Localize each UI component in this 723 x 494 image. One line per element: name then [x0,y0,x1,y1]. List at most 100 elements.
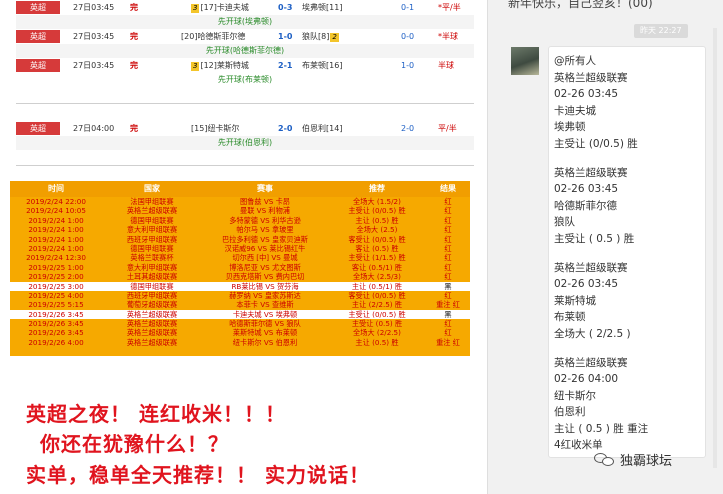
row-pick: 主让 (0.5/1) 胜 [351,281,403,291]
row-date: 2019/2/26 3:45 [28,309,84,319]
kickoff-info: 先开球(埃弗顿) [16,15,474,29]
away-team[interactable]: 埃弗顿[11] [302,2,342,13]
handicap: *半球 [438,32,458,41]
message-line: 狼队 [554,216,575,229]
home-rank: 15 [194,124,205,133]
home-name: 莱斯特城 [216,61,249,70]
row-match: 本菲卡 VS 查维斯 [236,300,294,310]
row-match: 卡迪夫城 VS 埃弗顿 [232,309,298,319]
home-rank: 12 [203,61,214,70]
table-row: 2019/2/26 4:00 英格兰超级联赛 纽卡斯尔 VS 伯恩利 主让 (0.5)… [10,338,470,347]
recommendation-table: 时间 国家 赛事 推荐 结果 2019/2/24 22:00 法国甲组联赛 图鲁兹 … [10,181,470,356]
header-country: 国家 [144,184,160,193]
table-row: 2019/2/25 4:00 西班牙甲组联赛 赫罗纳 VS 皇家苏斯达 客受让 (0/… [10,291,470,300]
message-line: 02-26 03:45 [554,278,619,291]
chat-scrollbar[interactable] [713,28,717,468]
table-header: 时间 国家 赛事 推荐 结果 [10,181,470,197]
row-match: 纽卡斯尔 VS 伯恩利 [232,337,298,347]
table-row: 2019/2/25 5:15 葡萄牙超级联赛 本菲卡 VS 查维斯 主让 (2/2.5… [10,300,470,309]
home-team[interactable]: 3 [17]卡迪夫城 [191,2,249,13]
score-row[interactable]: 英超 27日03:45 完 [20]哈德斯菲尔德 1-0 狼队[8] 2 0-0 … [16,29,474,44]
promo-tagline: 实单，稳单全天推荐！！ 实力说话！ [26,463,370,487]
table-row: 2019/2/24 1:00 西班牙甲组联赛 巴拉多利德 VS 皇家贝迪斯 客受让 (… [10,235,470,244]
league-badge: 英超 [16,30,60,43]
table-row: 2019/2/24 1:00 德国甲组联赛 汉诺威96 VS 莱比锡红牛 客让 (0.… [10,244,470,253]
home-rank: 17 [203,3,214,12]
home-team[interactable]: 3 [12]莱斯特城 [191,60,249,71]
score-row[interactable]: 英超 27日03:45 完 3 [17]卡迪夫城 0-3 埃弗顿[11] 0-1 … [16,0,474,15]
home-team[interactable]: [20]哈德斯菲尔德 [181,31,245,42]
row-result: 红 [444,234,452,244]
row-result: 黑 [444,309,452,319]
away-team[interactable]: 狼队[8] 2 [302,31,339,42]
row-pick: 全场大 (2.5/3) [353,272,401,282]
row-date: 2019/2/24 1:00 [28,225,84,235]
half-score: 0-0 [401,32,415,41]
message-line: 英格兰超级联赛 [554,71,628,84]
row-match: 汉诺威96 VS 莱比锡红牛 [224,243,306,253]
message-line: @所有人 [554,55,596,67]
row-match: 曼联 VS 利物浦 [240,206,290,216]
away-team[interactable]: 布莱顿[16] [302,60,342,71]
row-date: 2019/2/24 22:00 [26,197,86,206]
row-pick: 全场大 (1.5/2) [353,197,401,206]
away-team[interactable]: 伯恩利[14] [302,123,342,134]
message-bubble[interactable]: @所有人 英格兰超级联赛 02-26 03:45 卡迪夫城 埃弗顿 主受让 (0/0.5)… [548,46,706,458]
match-time: 27日03:45 [73,61,115,70]
row-country: 英格兰超级联赛 [126,328,178,338]
kickoff-info: 先开球(伯恩利) [16,136,474,150]
score-row[interactable]: 英超 27日03:45 完 3 [12]莱斯特城 2-1 布莱顿[16] 1-0 … [16,58,474,73]
row-date: 2019/2/24 12:30 [26,253,86,263]
row-match: 多特蒙德 VS 利华古逊 [229,215,301,225]
row-date: 2019/2/26 3:45 [28,328,84,338]
match-time: 27日03:45 [73,3,115,12]
message-line: 全场大 ( 2/2.5 ) [554,327,631,340]
row-result: 重注 红 [436,337,460,347]
divider [16,103,474,104]
match-status: 完 [130,32,138,41]
row-match: 博洛尼亚 VS 尤文图斯 [229,262,301,272]
table-row: 2019/2/26 3:45 英格兰超级联赛 卡迪夫城 VS 埃弗顿 主受让 (0/0… [10,309,470,320]
divider [16,165,474,166]
table-row: 2019/2/25 3:00 德国甲组联赛 RB莱比锡 VS 贺芬海 主让 (0.5/… [10,281,470,291]
score-row[interactable]: 英超 27日04:00 完 [15]纽卡斯尔 2-0 伯恩利[14] 2-0 平… [16,121,474,136]
row-date: 2019/2/25 5:15 [28,300,84,310]
home-name: 纽卡斯尔 [207,124,240,133]
row-match: 莱斯特城 VS 布莱顿 [232,328,298,338]
row-country: 法国甲组联赛 [130,197,174,206]
sender-avatar[interactable] [511,47,539,75]
row-date: 2019/2/24 10:05 [26,206,86,216]
header-result: 结果 [440,184,456,193]
row-match: 图鲁兹 VS 卡昂 [240,197,290,206]
message-line: 布莱顿 [554,311,586,324]
row-result: 红 [444,215,452,225]
watermark: 独霸球坛 [594,450,672,469]
row-country: 英格兰超级联赛 [126,206,178,216]
message-text: @所有人 英格兰超级联赛 02-26 03:45 卡迪夫城 埃弗顿 主受让 (0/0.5)… [554,53,705,454]
league-badge: 英超 [16,122,60,135]
row-pick: 主受让 (0/0.5) 胜 [348,206,406,216]
full-score: 2-0 [278,124,293,133]
row-date: 2019/2/25 4:00 [28,290,84,300]
message-line: 哈德斯菲尔德 [554,199,617,212]
message-line: 02-26 03:45 [554,183,619,196]
home-rank: 20 [184,32,195,41]
row-country: 英格兰超级联赛 [126,337,178,347]
table-body: 2019/2/24 22:00 法国甲组联赛 图鲁兹 VS 卡昂 全场大 (1.5/2… [10,197,470,347]
away-rank: 14 [329,124,340,133]
row-pick: 主让 (2/2.5) 胜 [351,300,403,310]
row-result: 红 [444,262,452,272]
message-line: 主受让 (0/0.5) 胜 [554,137,638,150]
home-team[interactable]: [15]纽卡斯尔 [191,123,239,134]
row-match: 帕尔马 VS 拿玻里 [236,225,294,235]
row-pick: 主让 (0.5) 胜 [355,337,399,347]
watermark-text: 独霸球坛 [620,454,673,469]
row-country: 英格兰联赛杯 [130,253,174,263]
row-pick: 全场大 (2.5) [356,225,398,235]
half-score: 0-1 [401,3,415,12]
table-row: 2019/2/24 22:00 法国甲组联赛 图鲁兹 VS 卡昂 全场大 (1.5/2… [10,197,470,206]
previous-message: 新年快乐，自己翌亥！(00) [508,0,653,10]
row-result: 红 [444,319,452,329]
